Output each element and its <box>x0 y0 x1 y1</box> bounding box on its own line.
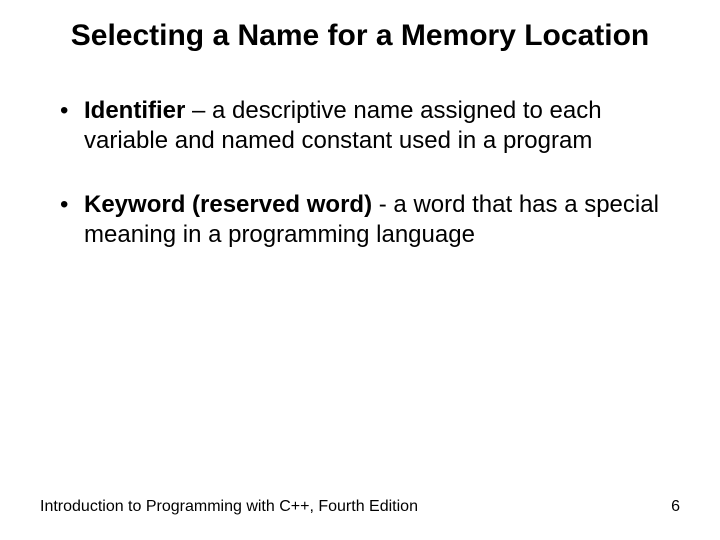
list-item: Identifier – a descriptive name assigned… <box>60 96 680 156</box>
slide: Selecting a Name for a Memory Location I… <box>0 0 720 540</box>
term: Identifier <box>84 97 185 124</box>
footer-text: Introduction to Programming with C++, Fo… <box>40 498 418 516</box>
bullet-list: Identifier – a descriptive name assigned… <box>40 96 680 250</box>
slide-title: Selecting a Name for a Memory Location <box>70 18 650 54</box>
term: Keyword (reserved word) <box>84 191 372 218</box>
page-number: 6 <box>671 498 680 516</box>
footer: Introduction to Programming with C++, Fo… <box>40 498 680 516</box>
separator: - <box>372 191 393 218</box>
separator: – <box>185 97 212 124</box>
list-item: Keyword (reserved word) - a word that ha… <box>60 190 680 250</box>
